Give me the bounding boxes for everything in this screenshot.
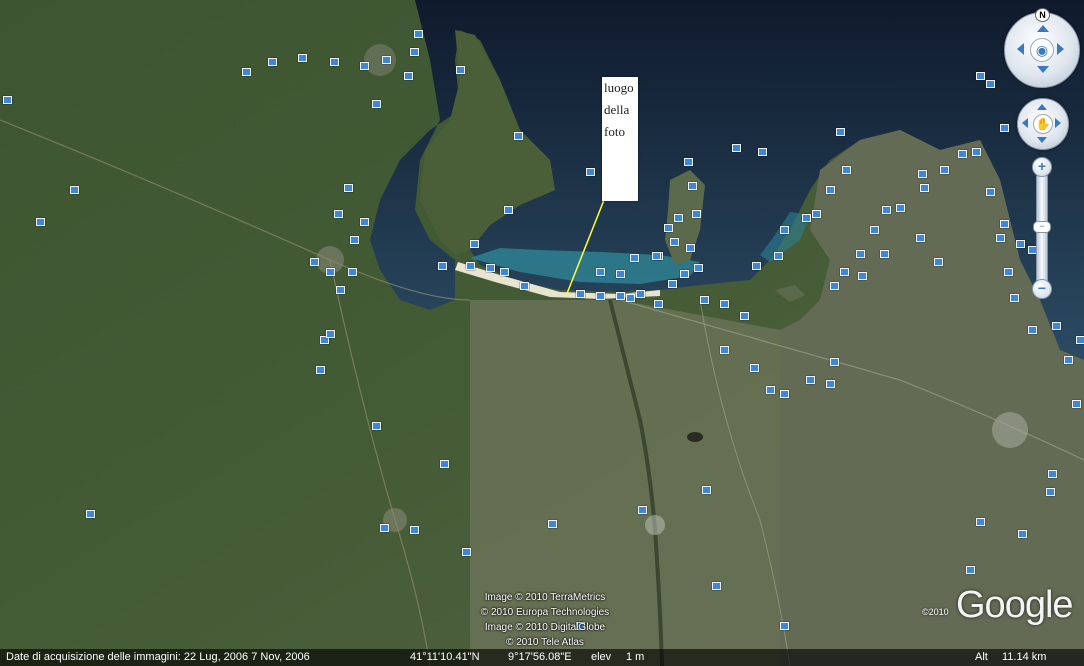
elevation-label: elev [591,651,612,663]
google-logo: Google [956,584,1074,626]
attribution-line: © 2010 Tele Atlas [506,637,584,648]
hand-icon[interactable]: ✋ [1033,114,1053,134]
callout-line-2: della [604,102,630,117]
eye-icon[interactable]: ◉ [1030,38,1054,62]
acquisition-date: Date di acquisizione delle immagini: 22 … [6,651,310,663]
callout-line-1: luogo [604,80,634,95]
north-indicator[interactable]: N [1035,8,1050,22]
look-left-arrow[interactable] [1017,43,1024,55]
copyright-year: ©2010 [922,607,949,617]
callout-leader [565,199,605,297]
look-up-arrow[interactable] [1037,25,1049,32]
move-down-arrow[interactable] [1037,137,1047,143]
map-view[interactable]: luogo della foto Image © 2010 TerraMetri… [0,0,1084,666]
move-left-arrow[interactable] [1022,118,1028,128]
look-down-arrow[interactable] [1037,66,1049,73]
status-bar: Date di acquisizione delle immagini: 22 … [0,649,1084,666]
attribution-line: Image © 2010 TerraMetrics [484,592,606,603]
imagery-attribution: Image © 2010 TerraMetrics © 2010 Europa … [440,590,650,650]
attribution-line: © 2010 Europa Technologies [480,607,610,618]
callout-line-3: foto [604,124,625,139]
move-up-arrow[interactable] [1037,104,1047,110]
attribution-line: Image © 2010 DigitalGlobe [484,622,606,633]
latitude-readout: 41°11'10.41"N [410,651,480,663]
look-right-arrow[interactable] [1057,43,1064,55]
zoom-slider-thumb[interactable]: − [1033,221,1051,233]
zoom-in-button[interactable]: + [1032,157,1052,177]
move-right-arrow[interactable] [1055,118,1061,128]
elevation-value: 1 m [626,651,645,663]
zoom-out-button[interactable]: − [1032,279,1052,299]
longitude-readout: 9°17'56.08"E [508,651,572,663]
altitude-label: Alt [975,651,988,663]
altitude-value: 11.14 km [1002,651,1047,663]
photo-location-callout[interactable]: luogo della foto [602,77,638,201]
